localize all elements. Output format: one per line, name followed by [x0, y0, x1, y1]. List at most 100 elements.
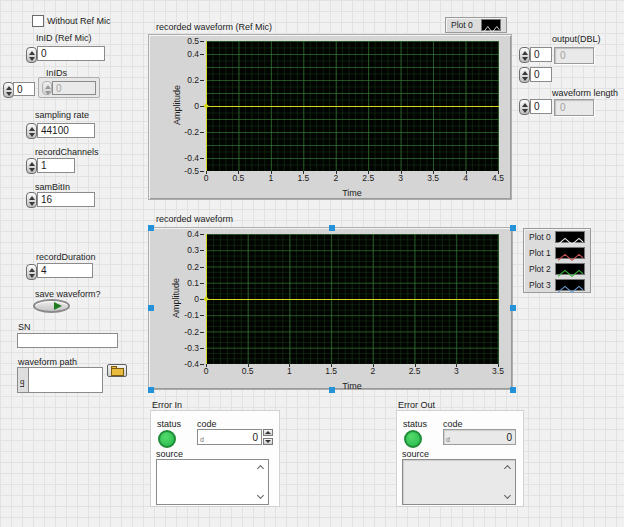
x-tick-mark	[336, 171, 337, 174]
save-waveform-label: save waveform?	[35, 289, 101, 299]
error-out-status-label: status	[403, 419, 427, 429]
waveform-path-field[interactable]	[28, 367, 103, 393]
inid-spinner[interactable]	[26, 47, 37, 63]
x-tick-label: 1.5	[288, 174, 318, 183]
legend-item[interactable]: Plot 0	[446, 18, 506, 32]
error-out-code-radix: d	[446, 436, 450, 443]
y-tick-mark	[200, 299, 204, 300]
x-tick-mark	[238, 171, 239, 174]
sampling-rate-field[interactable]: 44100	[37, 123, 95, 138]
y-tick-mark	[200, 283, 204, 284]
browse-button[interactable]	[107, 364, 127, 377]
inids-element-spinner	[42, 81, 52, 95]
legend-item[interactable]: Plot 3	[524, 277, 590, 293]
x-tick-mark	[498, 364, 499, 367]
selection-handle-top-middle[interactable]	[329, 225, 335, 231]
record-channels-field[interactable]: 1	[37, 158, 75, 173]
x-tick-mark	[303, 171, 304, 174]
x-tick-label: 1.5	[316, 367, 346, 376]
x-tick-label: 2	[358, 367, 388, 376]
scroll-down-icon[interactable]	[257, 492, 264, 499]
x-tick-label: 2.5	[400, 367, 430, 376]
y-tick-mark	[200, 332, 204, 333]
x-tick-mark	[271, 171, 272, 174]
selection-handle-middle-right[interactable]	[510, 305, 516, 311]
error-in-code-spinner[interactable]	[263, 429, 273, 445]
x-tick-label: 0.5	[233, 367, 263, 376]
y-tick-mark	[200, 171, 204, 172]
selection-handle-top-right[interactable]	[510, 225, 516, 231]
error-out-code-label: code	[443, 419, 463, 429]
waveform-length-field[interactable]: 0	[530, 99, 552, 114]
x-tick-mark	[401, 171, 402, 174]
legend-line-sample	[555, 263, 585, 275]
scroll-up-icon[interactable]	[504, 465, 511, 472]
output2-spinner[interactable]	[519, 67, 530, 83]
record-channels-label: recordChannels	[35, 147, 99, 157]
y-tick-label: -0.4	[149, 154, 199, 163]
selection-handle-bottom-middle[interactable]	[329, 387, 335, 393]
x-tick-label: 0.5	[223, 174, 253, 183]
error-out-title: Error Out	[398, 400, 435, 410]
legend-item[interactable]: Plot 0	[524, 229, 590, 245]
error-in-code-radix: d	[200, 436, 204, 443]
legend-label: Plot 0	[451, 20, 481, 30]
sampling-rate-label: sampling rate	[35, 110, 89, 120]
sampling-rate-spinner[interactable]	[26, 123, 37, 139]
without-ref-mic-checkbox[interactable]	[32, 15, 44, 27]
graph2-y-axis-label: Amplitude	[171, 253, 183, 343]
graph1-legend[interactable]: Plot 0	[445, 17, 507, 33]
sn-field[interactable]	[17, 333, 118, 348]
waveform-length-label: waveform length	[552, 88, 618, 98]
graph-recorded-waveform[interactable]: 0.40.30.20.10-0.1-0.2-0.3-0.4 00.511.522…	[148, 227, 513, 390]
selection-handle-top-left[interactable]	[148, 225, 154, 231]
record-duration-field[interactable]: 4	[37, 263, 93, 278]
x-tick-mark	[373, 364, 374, 367]
selection-handle-bottom-left[interactable]	[148, 387, 154, 393]
plot-zero-line	[206, 299, 499, 300]
x-tick-mark	[331, 364, 332, 367]
error-out-source-field	[402, 459, 516, 505]
graph2-legend[interactable]: Plot 0 Plot 1 Plot 2 Plot 3	[523, 228, 591, 293]
x-tick-mark	[289, 364, 290, 367]
legend-item[interactable]: Plot 1	[524, 245, 590, 261]
inid-field[interactable]: 0	[37, 46, 105, 61]
error-in-code-value: 0	[252, 432, 258, 443]
output1-spinner[interactable]	[519, 47, 530, 63]
inids-element-field: 0	[52, 81, 96, 95]
sam-bit-in-spinner[interactable]	[26, 192, 37, 208]
record-channels-spinner[interactable]	[26, 158, 37, 174]
error-in-source-field[interactable]	[156, 459, 269, 505]
save-waveform-button[interactable]	[33, 299, 70, 313]
error-in-code-field[interactable]: d 0	[197, 429, 262, 445]
output-dbl-label: output(DBL)	[552, 34, 601, 44]
waveform-length-spinner[interactable]	[519, 99, 530, 115]
output1-field[interactable]: 0	[530, 47, 552, 62]
sam-bit-in-label: samBitIn	[35, 182, 70, 192]
x-tick-mark	[433, 171, 434, 174]
sam-bit-in-field[interactable]: 16	[37, 192, 95, 207]
scroll-up-icon[interactable]	[257, 465, 264, 472]
scroll-down-icon[interactable]	[504, 492, 511, 499]
graph-recorded-waveform-ref-mic[interactable]: 0.50.40.20-0.2-0.4-0.5 00.511.522.533.54…	[148, 34, 512, 200]
plot-area[interactable]	[206, 234, 499, 364]
x-tick-mark	[206, 171, 207, 174]
inids-index-field[interactable]: 0	[13, 82, 35, 96]
error-in-status-led[interactable]	[158, 430, 176, 448]
x-tick-mark	[466, 171, 467, 174]
legend-label: Plot 3	[529, 280, 555, 290]
y-tick-mark	[200, 267, 204, 268]
front-panel: Without Ref Mic InID (Ref Mic) 0 InIDs 0…	[0, 0, 624, 527]
selection-handle-bottom-right[interactable]	[510, 387, 516, 393]
without-ref-mic-label: Without Ref Mic	[47, 16, 111, 26]
legend-item[interactable]: Plot 2	[524, 261, 590, 277]
output2-field[interactable]: 0	[530, 67, 552, 82]
legend-line-sample	[555, 279, 585, 291]
selection-handle-middle-left[interactable]	[148, 305, 154, 311]
plot-area-ref-mic[interactable]	[206, 41, 499, 171]
x-tick-mark	[206, 364, 207, 367]
output1-indicator: 0	[554, 47, 594, 64]
record-duration-spinner[interactable]	[26, 264, 37, 280]
x-tick-label: 1	[274, 367, 304, 376]
legend-label: Plot 1	[529, 248, 555, 258]
